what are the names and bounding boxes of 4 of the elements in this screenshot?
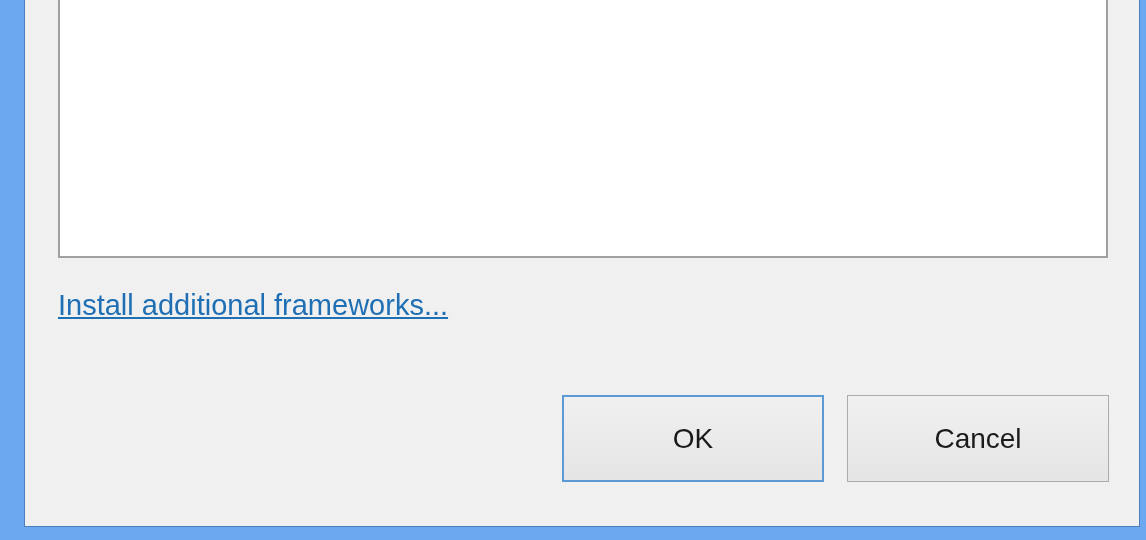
ok-button[interactable]: OK [562, 395, 824, 482]
list-box[interactable] [58, 0, 1108, 258]
install-frameworks-link[interactable]: Install additional frameworks... [58, 284, 449, 328]
cancel-button[interactable]: Cancel [847, 395, 1109, 482]
